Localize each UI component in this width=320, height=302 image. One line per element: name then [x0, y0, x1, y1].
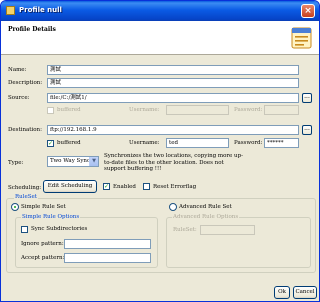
accept-pattern-label: Accept pattern:	[21, 255, 65, 261]
advanced-ruleset-label: Advanced Rule Set	[179, 204, 232, 210]
advanced-ruleset-field[interactable]	[200, 225, 255, 235]
sync-subdirectories-label: Sync Subdirectories	[31, 226, 88, 232]
ruleset-legend: RuleSet	[14, 194, 38, 200]
destination-username-label: Username:	[129, 140, 160, 146]
advanced-ruleset-radio[interactable]	[169, 203, 177, 211]
name-label: Name:	[8, 67, 27, 73]
title-bar[interactable]: Profile null ×	[1, 1, 319, 21]
close-icon: ×	[304, 6, 312, 16]
type-select-value: Two Way Sync	[50, 158, 91, 164]
ignore-pattern-field[interactable]	[64, 239, 151, 249]
destination-password-field[interactable]: ******	[264, 138, 299, 148]
cancel-button[interactable]: Cancel	[293, 286, 317, 299]
type-description: Synchronizes the two locations, copying …	[104, 153, 243, 172]
source-browse-button[interactable]: ...	[302, 93, 312, 103]
window-title: Profile null	[19, 6, 62, 14]
enabled-checkbox[interactable]: ✓	[103, 183, 110, 190]
scheduling-label: Scheduling:	[8, 185, 42, 191]
description-label: Description:	[8, 80, 43, 86]
radio-selected-dot	[14, 206, 16, 208]
source-username-label: Username:	[129, 107, 160, 113]
source-field[interactable]: file:/C:/測試1/	[47, 93, 299, 103]
reset-errorflag-checkbox[interactable]	[143, 183, 150, 190]
header-panel: Profile Details	[1, 21, 319, 55]
accept-pattern-field[interactable]	[64, 253, 151, 263]
profile-dialog: Profile null × Profile Details Name: 測試 …	[0, 0, 320, 302]
advanced-rule-options-legend: Advanced Rule Options	[172, 214, 240, 220]
simple-ruleset-label: Simple Rule Set	[21, 204, 66, 210]
name-field[interactable]: 測試	[47, 65, 299, 75]
destination-label: Destination:	[8, 127, 42, 133]
ok-button[interactable]: Ok	[274, 286, 290, 299]
page-title: Profile Details	[8, 26, 56, 33]
destination-username-field[interactable]: ted	[166, 138, 229, 148]
edit-scheduling-button[interactable]: Edit Scheduling	[43, 180, 97, 193]
destination-field[interactable]: ftp://192.168.1.9	[47, 125, 299, 135]
chevron-down-icon[interactable]: ▼	[89, 157, 98, 166]
destination-buffered-label: buffered	[57, 140, 81, 146]
advanced-ruleset-field-label: RuleSet:	[173, 227, 197, 233]
source-password-field[interactable]	[264, 105, 299, 115]
source-password-label: Password:	[234, 107, 263, 113]
sync-subdirectories-checkbox[interactable]	[21, 226, 28, 233]
description-field[interactable]: 測試	[47, 78, 299, 88]
simple-rule-options-legend: Simple Rule Options	[21, 214, 81, 220]
simple-ruleset-radio[interactable]	[11, 203, 19, 211]
close-button[interactable]: ×	[301, 4, 315, 18]
source-label: Source:	[8, 95, 30, 101]
profile-details-icon	[291, 27, 312, 49]
reset-errorflag-label: Reset Errorflag	[153, 184, 197, 190]
type-select[interactable]: Two Way Sync ▼	[47, 156, 99, 167]
source-buffered-checkbox[interactable]	[47, 107, 54, 114]
destination-buffered-checkbox[interactable]: ✓	[47, 140, 54, 147]
source-buffered-label: buffered	[57, 107, 81, 113]
ignore-pattern-label: Ignore pattern:	[21, 241, 64, 247]
source-username-field[interactable]	[166, 105, 229, 115]
destination-password-label: Password:	[234, 140, 263, 146]
type-label: Type:	[8, 160, 24, 166]
destination-browse-button[interactable]: ...	[302, 125, 312, 135]
enabled-label: Enabled	[113, 184, 136, 190]
app-icon	[6, 6, 15, 15]
